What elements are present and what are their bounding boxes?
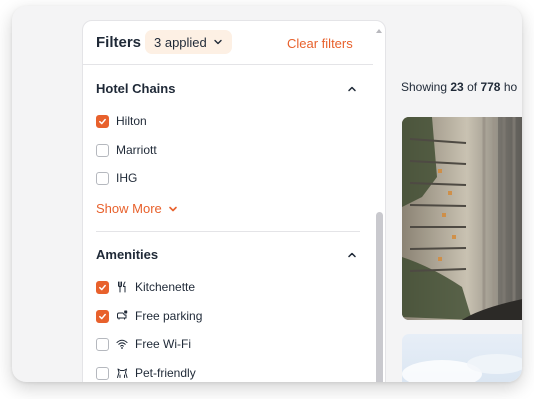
show-more-button[interactable]: Show More xyxy=(96,201,178,216)
show-more-label: Show More xyxy=(96,201,162,216)
check-icon xyxy=(99,284,106,290)
checkbox[interactable] xyxy=(96,171,109,185)
option-label: Pet-friendly xyxy=(135,366,196,380)
check-icon xyxy=(99,118,106,124)
option-label: Hilton xyxy=(116,114,147,128)
checkbox[interactable] xyxy=(96,337,109,351)
pet-icon xyxy=(117,368,128,378)
check-icon xyxy=(99,313,106,319)
filters-header: Filters 3 applied Clear filters xyxy=(83,21,373,65)
results-count: Showing 23 of 778 ho xyxy=(401,80,518,94)
option-label: Free Wi-Fi xyxy=(135,337,191,351)
hotel-chain-option-marriott[interactable]: Marriott xyxy=(96,142,157,158)
section-divider xyxy=(96,231,360,232)
clear-filters-button[interactable]: Clear filters xyxy=(287,36,353,51)
parking-icon xyxy=(117,310,128,320)
option-label: IHG xyxy=(116,171,138,185)
hotel-sky-photo xyxy=(402,354,522,382)
chevron-up-icon[interactable] xyxy=(346,249,358,261)
scrollbar-thumb[interactable] xyxy=(376,212,383,382)
chevron-down-icon xyxy=(168,206,177,211)
app-window: Filters 3 applied Clear filters Hotel Ch… xyxy=(12,6,522,382)
checkbox[interactable] xyxy=(96,366,109,380)
amenity-option-kitchenette[interactable]: Kitchenette xyxy=(96,279,195,295)
hotel-chains-title: Hotel Chains xyxy=(96,81,176,96)
hotel-chain-option-hilton[interactable]: Hilton xyxy=(96,113,147,129)
applied-filters-label: 3 applied xyxy=(154,34,207,50)
checkbox-checked[interactable] xyxy=(96,309,109,323)
chevron-up-icon[interactable] xyxy=(346,83,358,95)
amenity-option-free-parking[interactable]: Free parking xyxy=(96,308,202,324)
amenity-option-free-wifi[interactable]: Free Wi-Fi xyxy=(96,336,191,352)
option-label: Marriott xyxy=(116,143,157,157)
chevron-down-icon xyxy=(214,39,222,45)
amenity-option-pet-friendly[interactable]: Pet-friendly xyxy=(96,365,196,381)
filters-panel: Filters 3 applied Clear filters Hotel Ch… xyxy=(82,20,386,382)
wifi-icon xyxy=(116,339,128,349)
hotel-image[interactable] xyxy=(402,117,522,320)
hotel-image[interactable] xyxy=(402,334,522,382)
option-label: Kitchenette xyxy=(135,280,196,294)
checkbox-checked[interactable] xyxy=(96,280,109,294)
amenities-title: Amenities xyxy=(96,247,159,262)
utensils-icon xyxy=(118,281,126,293)
checkbox[interactable] xyxy=(96,143,109,157)
applied-filters-dropdown[interactable]: 3 applied xyxy=(145,30,232,54)
scroll-up-arrow-icon[interactable] xyxy=(376,29,382,33)
filters-title: Filters xyxy=(96,34,142,51)
scrollbar[interactable] xyxy=(374,21,384,382)
hotel-atrium-photo xyxy=(402,117,522,320)
option-label: Free parking xyxy=(135,309,203,323)
hotel-chain-option-ihg[interactable]: IHG xyxy=(96,170,137,186)
checkbox-checked[interactable] xyxy=(96,114,109,128)
